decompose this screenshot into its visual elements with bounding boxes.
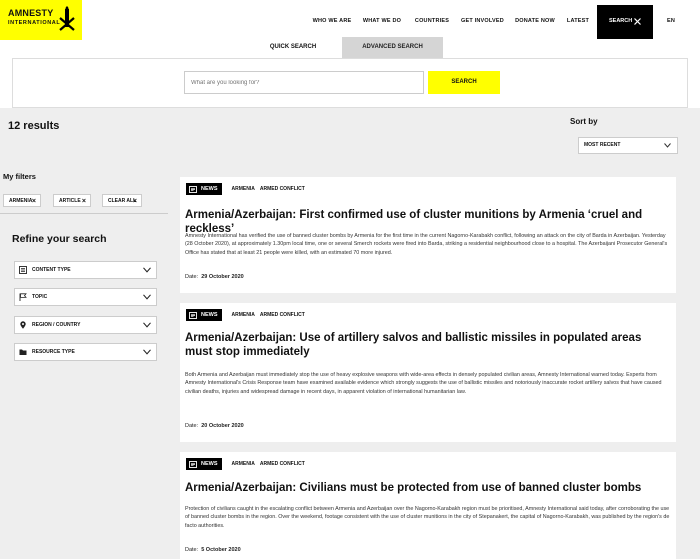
newspaper-icon [189, 460, 197, 468]
article-card[interactable]: NEWS ARMENIA ARMED CONFLICT Armenia/Azer… [180, 303, 676, 442]
nav-countries[interactable]: COUNTRIES [413, 0, 451, 42]
close-icon [634, 18, 641, 25]
filter-label: TOPIC [32, 294, 48, 300]
filter-chip-label: ARMENIA [9, 198, 33, 204]
tag-link[interactable]: ARMED CONFLICT [260, 312, 305, 318]
logo-line2: INTERNATIONAL [8, 20, 61, 26]
tag-link[interactable]: ARMENIA [232, 312, 255, 318]
article-card[interactable]: NEWS ARMENIA ARMED CONFLICT Armenia/Azer… [180, 177, 676, 293]
refine-title: Refine your search [12, 233, 107, 245]
newspaper-icon [189, 185, 197, 193]
search-button[interactable]: SEARCH [428, 71, 500, 94]
results-count: 12 results [8, 120, 60, 132]
tag-link[interactable]: ARMED CONFLICT [260, 461, 305, 467]
amnesty-logo[interactable]: AMNESTY INTERNATIONAL [0, 0, 82, 40]
language-switch[interactable]: EN [661, 0, 681, 42]
flag-icon [19, 293, 27, 301]
folder-icon [19, 349, 27, 355]
sort-label: Sort by [570, 117, 598, 126]
map-pin-icon [20, 321, 26, 329]
search-toggle-button[interactable]: SEARCH [597, 5, 653, 39]
tag-link[interactable]: ARMENIA [232, 186, 255, 192]
content-type-label: NEWS [201, 312, 218, 318]
filter-content-type[interactable]: CONTENT TYPE [14, 261, 157, 279]
sidebar-divider [0, 213, 168, 214]
content-type-label: NEWS [201, 186, 218, 192]
filter-region-country[interactable]: REGION / COUNTRY [14, 316, 157, 334]
article-title[interactable]: Armenia/Azerbaijan: Civilians must be pr… [185, 481, 665, 495]
content-type-label: NEWS [201, 461, 218, 467]
newspaper-icon [189, 311, 197, 319]
nav-latest[interactable]: LATEST [566, 0, 590, 42]
search-toggle-label: SEARCH [609, 18, 633, 24]
date-label: Date: [185, 547, 199, 553]
news-badge: NEWS [186, 309, 222, 321]
logo-text: AMNESTY INTERNATIONAL [8, 8, 60, 28]
chevron-down-icon [143, 349, 151, 355]
logo-line1: AMNESTY [8, 8, 54, 18]
tab-quick-search[interactable]: QUICK SEARCH [245, 37, 341, 58]
chevron-down-icon [664, 143, 671, 148]
article-date: Date: 29 October 2020 [185, 274, 244, 280]
chevron-down-icon [143, 322, 151, 328]
filter-label: RESOURCE TYPE [32, 349, 75, 355]
date-label: Date: [185, 274, 199, 280]
nav-who-we-are[interactable]: WHO WE ARE [312, 0, 352, 42]
date-label: Date: [185, 423, 199, 429]
list-icon [19, 266, 27, 274]
sort-value: MOST RECENT [584, 142, 621, 148]
close-icon[interactable]: × [133, 195, 137, 208]
filter-topic[interactable]: TOPIC [14, 288, 157, 306]
nav-get-involved[interactable]: GET INVOLVED [461, 0, 504, 42]
filter-chip-article[interactable]: ARTICLE × [53, 194, 91, 207]
tag-link[interactable]: ARMED CONFLICT [260, 186, 305, 192]
date-value: 29 October 2020 [201, 274, 244, 280]
filter-resource-type[interactable]: RESOURCE TYPE [14, 343, 157, 361]
close-icon[interactable]: × [82, 195, 86, 208]
article-excerpt: Amnesty International has verified the u… [185, 233, 668, 256]
article-date: Date: 20 October 2020 [185, 423, 244, 429]
article-excerpt: Protection of civilians caught in the es… [185, 506, 670, 529]
chevron-down-icon [143, 267, 151, 273]
nav-what-we-do[interactable]: WHAT WE DO [362, 0, 402, 42]
filter-label: CONTENT TYPE [32, 267, 71, 273]
chevron-down-icon [143, 294, 151, 300]
news-badge: NEWS [186, 183, 222, 195]
sort-select[interactable]: MOST RECENT [578, 137, 678, 154]
news-badge: NEWS [186, 458, 222, 470]
filter-chip-label: ARTICLE [59, 198, 81, 204]
article-title[interactable]: Armenia/Azerbaijan: Use of artillery sal… [185, 331, 665, 359]
card-meta: NEWS ARMENIA ARMED CONFLICT [186, 309, 305, 321]
date-value: 5 October 2020 [201, 547, 241, 553]
article-excerpt: Both Armenia and Azerbaijan must immedia… [185, 372, 662, 395]
article-date: Date: 5 October 2020 [185, 547, 241, 553]
article-card[interactable]: NEWS ARMENIA ARMED CONFLICT Armenia/Azer… [180, 452, 676, 559]
candle-icon [59, 6, 75, 31]
clear-all-filters[interactable]: CLEAR ALL × [102, 194, 142, 207]
date-value: 20 October 2020 [201, 423, 244, 429]
nav-donate-now[interactable]: DONATE NOW [514, 0, 556, 42]
filter-chip-armenia[interactable]: ARMENIA × [3, 194, 41, 207]
card-meta: NEWS ARMENIA ARMED CONFLICT [186, 183, 305, 195]
tab-advanced-search[interactable]: ADVANCED SEARCH [342, 37, 443, 58]
filter-label: REGION / COUNTRY [32, 322, 81, 328]
my-filters-title: My filters [3, 172, 36, 181]
tag-link[interactable]: ARMENIA [232, 461, 255, 467]
close-icon[interactable]: × [32, 195, 36, 208]
card-meta: NEWS ARMENIA ARMED CONFLICT [186, 458, 305, 470]
search-input[interactable] [184, 71, 424, 94]
